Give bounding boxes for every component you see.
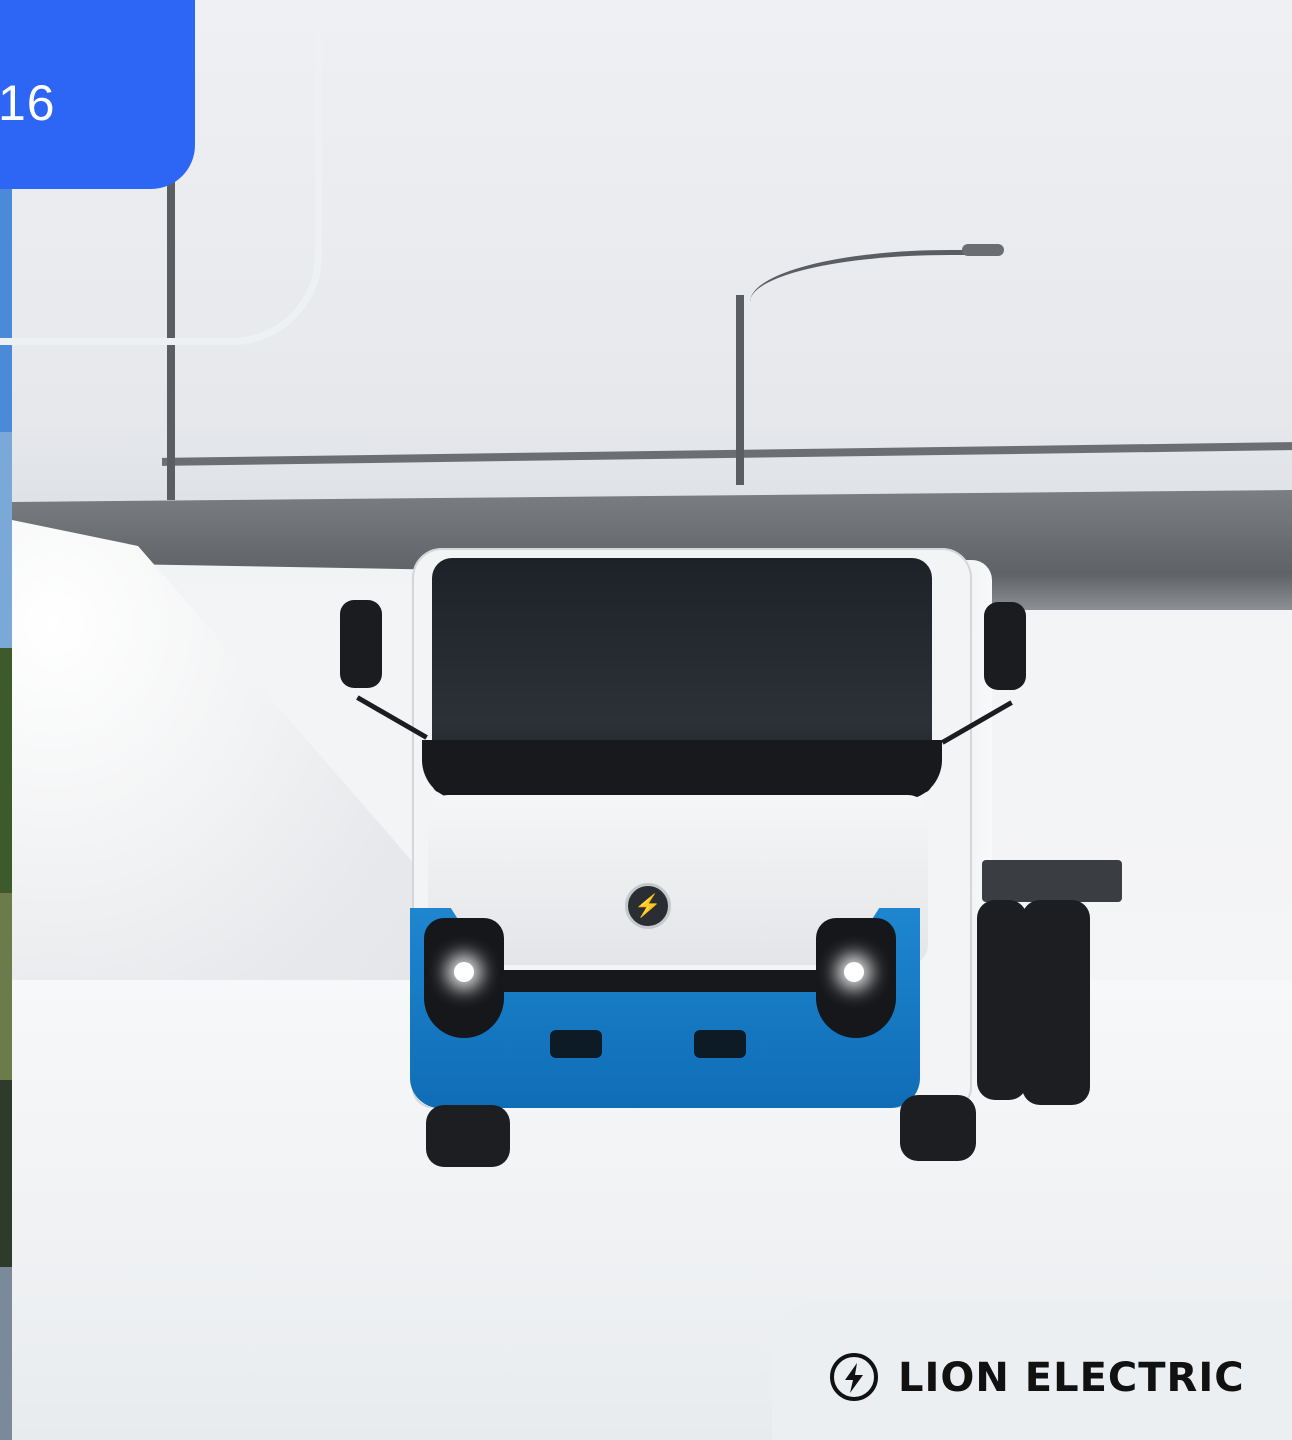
date-badge: 16 (0, 0, 195, 189)
mid-wheel (977, 900, 1027, 1100)
mirror-left (340, 600, 382, 688)
brand-logo-text: LION ELECTRIC (898, 1355, 1245, 1401)
grille (502, 970, 832, 992)
lightning-bolt-circle-icon (830, 1353, 878, 1401)
lightning-emblem-icon: ⚡ (625, 883, 671, 929)
rear-wheel (1022, 900, 1090, 1105)
bumper-vent-right (694, 1030, 746, 1058)
headlight-glow-right (844, 962, 864, 982)
windshield-lower-band (422, 740, 942, 800)
electric-truck: ⚡ (332, 540, 1132, 1170)
front-wheel-right (900, 1095, 976, 1161)
headlight-glow-left (454, 962, 474, 982)
front-wheel-left (426, 1105, 510, 1167)
date-badge-text: 16 (0, 75, 56, 131)
street-lamp-arm (750, 250, 1000, 315)
mirror-right (984, 602, 1026, 690)
street-lamp-head (962, 244, 1004, 256)
bumper-vent-left (550, 1030, 602, 1058)
truck-chassis-rail (982, 860, 1122, 902)
overpass-railing (162, 442, 1292, 466)
light-pole-right (736, 295, 744, 485)
